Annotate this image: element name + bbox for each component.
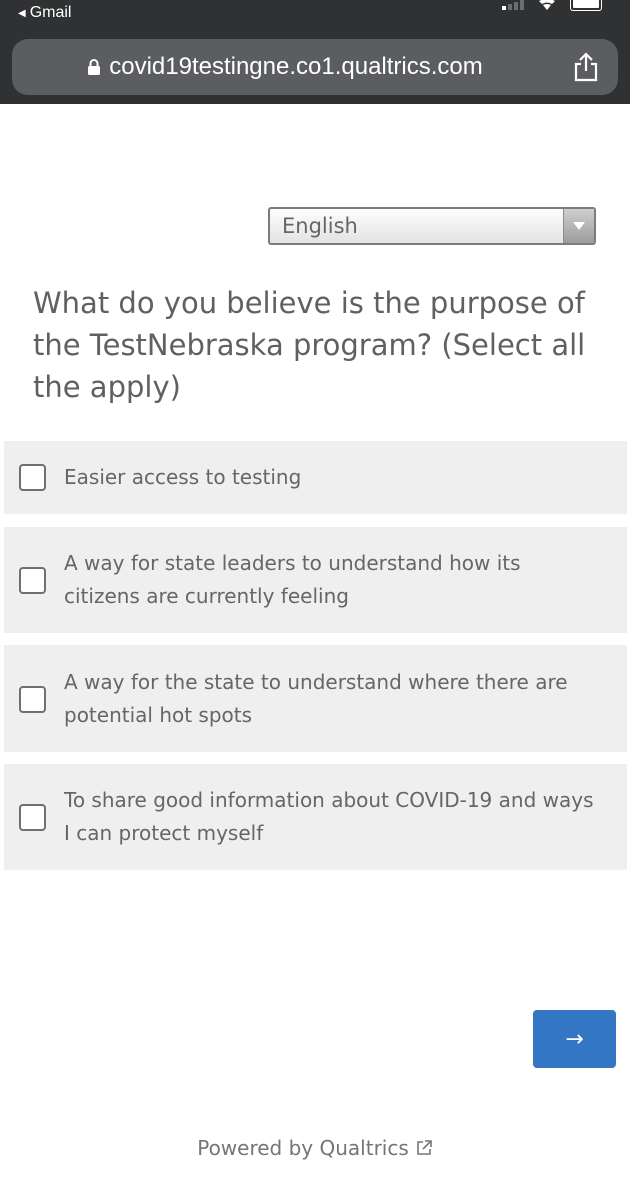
- choice-item[interactable]: A way for the state to understand where …: [4, 645, 627, 752]
- choice-item[interactable]: A way for state leaders to understand ho…: [4, 527, 627, 633]
- next-button[interactable]: →: [533, 1010, 616, 1068]
- choice-label: Easier access to testing: [64, 465, 302, 489]
- share-icon[interactable]: [572, 52, 600, 82]
- back-arrow-icon: ◀: [18, 7, 26, 19]
- choice-label: A way for state leaders to understand ho…: [64, 551, 521, 608]
- cellular-signal-icon: [502, 0, 524, 10]
- status-icons: [502, 0, 602, 11]
- url-text: covid19testingne.co1.qualtrics.com: [109, 53, 483, 80]
- powered-by-label: Powered by Qualtrics: [197, 1136, 409, 1160]
- address-bar[interactable]: covid19testingne.co1.qualtrics.com: [12, 39, 618, 95]
- question-text: What do you believe is the purpose of th…: [33, 286, 586, 404]
- language-select-toggle[interactable]: [563, 209, 594, 243]
- chevron-down-icon: [573, 222, 585, 230]
- choice-label: To share good information about COVID-19…: [64, 788, 594, 845]
- lock-icon: [88, 59, 101, 75]
- external-link-icon: [416, 1140, 432, 1155]
- browser-chrome: ◀ Gmail covid19testingne.co1.qualtrics.c…: [0, 0, 630, 104]
- checkbox[interactable]: [19, 567, 46, 594]
- checkbox[interactable]: [19, 686, 46, 713]
- choice-label: A way for the state to understand where …: [64, 670, 568, 727]
- wifi-icon: [539, 0, 555, 10]
- powered-by-link[interactable]: Powered by Qualtrics: [0, 1136, 630, 1160]
- checkbox[interactable]: [19, 464, 46, 491]
- back-to-app-link[interactable]: ◀ Gmail: [18, 4, 71, 22]
- choice-item[interactable]: To share good information about COVID-19…: [4, 764, 627, 870]
- choice-item[interactable]: Easier access to testing: [4, 441, 627, 514]
- checkbox[interactable]: [19, 804, 46, 831]
- language-select-value: English: [282, 214, 358, 238]
- language-select[interactable]: English: [268, 207, 596, 245]
- back-app-label: Gmail: [29, 4, 72, 21]
- battery-icon: [570, 0, 602, 11]
